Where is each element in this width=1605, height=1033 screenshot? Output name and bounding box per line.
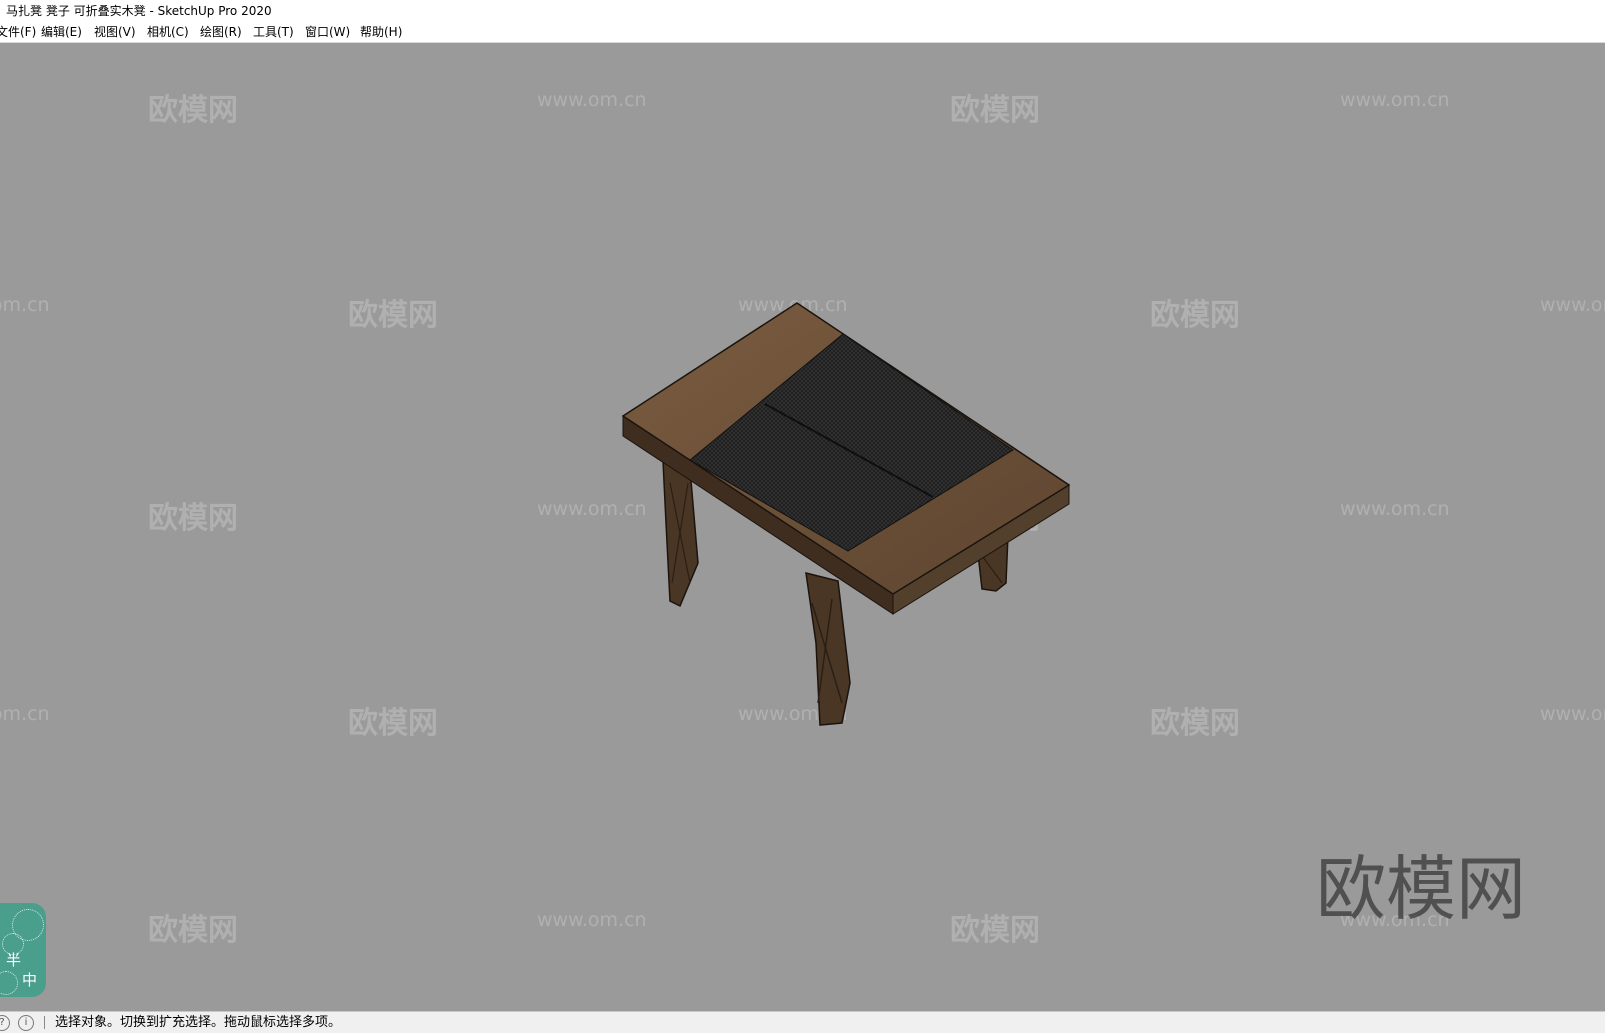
window-title: 马扎凳 凳子 可折叠实木凳 - SketchUp Pro 2020	[0, 0, 1605, 22]
status-bar: ? i 选择对象。切换到扩充选择。拖动鼠标选择多项。	[0, 1011, 1605, 1033]
menu-camera[interactable]: 相机(C)	[143, 22, 193, 42]
menu-draw[interactable]: 绘图(R)	[196, 22, 246, 42]
info-icon[interactable]: i	[18, 1015, 34, 1031]
badge-char-zhong: 中	[22, 971, 38, 989]
stool-leg	[805, 572, 851, 726]
geo-location-icon[interactable]: ?	[0, 1015, 10, 1031]
menu-file[interactable]: 文件(F)	[0, 22, 40, 42]
badge-char-ban: 半	[6, 951, 22, 969]
menu-window[interactable]: 窗口(W)	[301, 22, 354, 42]
menu-bar: 文件(F) 编辑(E) 视图(V) 相机(C) 绘图(R) 工具(T) 窗口(W…	[0, 22, 1605, 43]
menu-edit[interactable]: 编辑(E)	[37, 22, 86, 42]
menu-help[interactable]: 帮助(H)	[356, 22, 406, 42]
menu-view[interactable]: 视图(V)	[90, 22, 140, 42]
3d-viewport[interactable]: 欧模网 www.om.cn 欧模网 www.om.cn www.om.cn 欧模…	[0, 43, 1605, 1011]
menu-tools[interactable]: 工具(T)	[249, 22, 298, 42]
status-message: 选择对象。切换到扩充选择。拖动鼠标选择多项。	[55, 1015, 342, 1030]
stool-model[interactable]	[0, 43, 1605, 1011]
status-divider	[44, 1016, 45, 1029]
side-badge[interactable]: 半 中	[0, 903, 46, 997]
